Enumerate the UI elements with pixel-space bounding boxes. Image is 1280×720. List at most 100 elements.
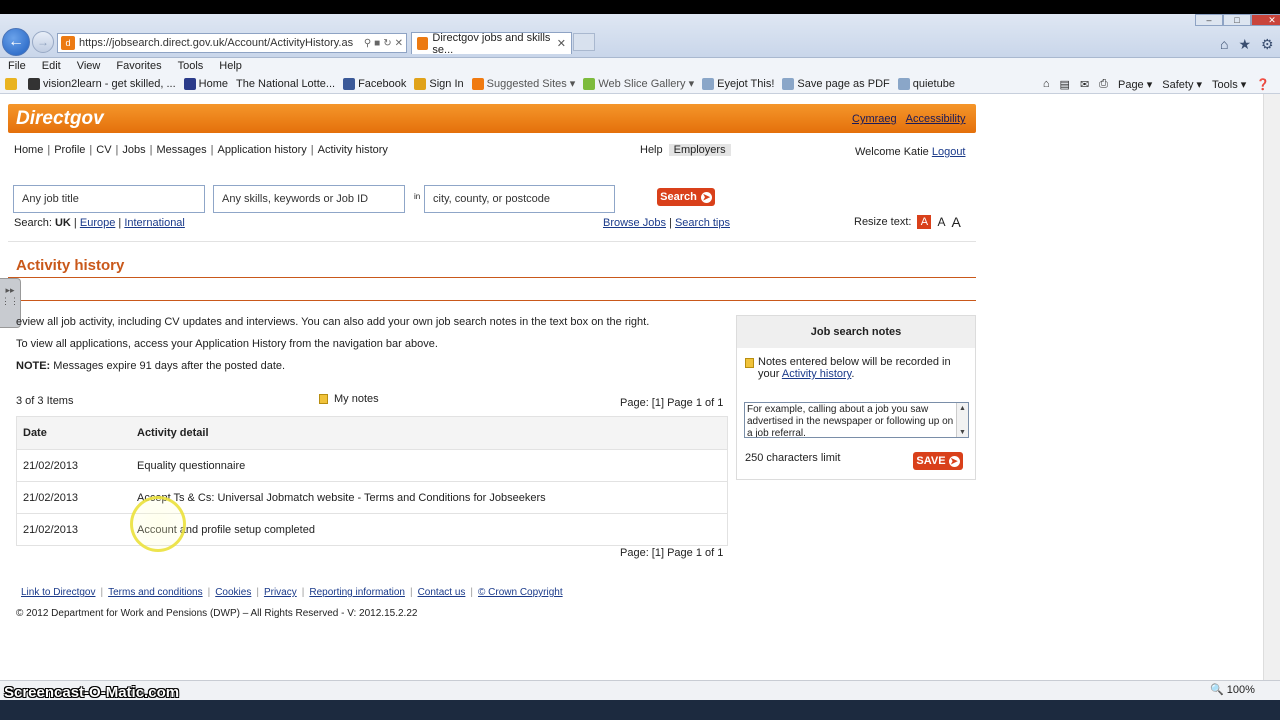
location-input[interactable]: city, county, or postcode [424, 185, 615, 213]
fav-save-pdf[interactable]: Save page as PDF [782, 77, 890, 90]
help-employers: Help Employers [640, 144, 731, 156]
footer-link-privacy[interactable]: Privacy [264, 587, 297, 598]
tools-menu[interactable]: Tools ▾ [1212, 78, 1246, 91]
footer-link-reporting[interactable]: Reporting information [309, 587, 405, 598]
refresh-icon[interactable]: ↻ [383, 38, 391, 49]
address-bar[interactable]: d https://jobsearch.direct.gov.uk/Accoun… [57, 33, 407, 53]
fav-web-slice-gallery[interactable]: Web Slice Gallery ▾ [583, 77, 694, 90]
footer-link-cookies[interactable]: Cookies [215, 587, 251, 598]
text-size-large[interactable]: A [951, 214, 960, 230]
footer-link-directgov[interactable]: Link to Directgov [21, 587, 95, 598]
menu-file[interactable]: File [0, 58, 34, 74]
maximize-button[interactable]: □ [1223, 14, 1251, 26]
tab-close-icon[interactable]: ✕ [557, 37, 566, 50]
pager-top[interactable]: Page: [1] Page 1 of 1 [620, 397, 723, 409]
my-notes-link[interactable]: My notes [319, 393, 379, 405]
text-size-small[interactable]: A [917, 215, 932, 229]
fav-vision2learn[interactable]: vision2learn - get skilled, ... [28, 77, 176, 90]
divider [8, 300, 976, 301]
new-tab-button[interactable] [573, 33, 595, 51]
textarea-scrollbar[interactable]: ▲ ▼ [956, 403, 968, 437]
browser-right-icons: ⌂ ★ ⚙ [1220, 36, 1274, 53]
view-all-text: To view all applications, access your Ap… [16, 338, 438, 350]
menu-favorites[interactable]: Favorites [108, 58, 169, 74]
keywords-input[interactable]: Any skills, keywords or Job ID [213, 185, 405, 213]
activity-history-link[interactable]: Activity history [782, 368, 851, 380]
in-label: in [414, 192, 421, 201]
safety-menu[interactable]: Safety ▾ [1162, 78, 1202, 91]
fav-home[interactable]: Home [183, 77, 228, 90]
directgov-logo[interactable]: Directgov [16, 108, 104, 130]
job-title-input[interactable]: Any job title [13, 185, 205, 213]
home-icon[interactable]: ⌂ [1220, 36, 1228, 53]
search-tips-link[interactable]: Search tips [675, 217, 730, 229]
tab-favicon-icon [417, 37, 429, 50]
scope-uk[interactable]: UK [55, 217, 71, 229]
mail-icon[interactable]: ✉ [1080, 78, 1089, 91]
fav-quietube[interactable]: quietube [897, 77, 955, 90]
back-button[interactable]: ← [2, 28, 30, 56]
forward-button[interactable]: → [32, 31, 54, 53]
row-date: 21/02/2013 [23, 523, 79, 536]
nav-home[interactable]: Home [14, 144, 43, 156]
page-menu[interactable]: Page ▾ [1118, 78, 1152, 91]
browse-jobs-link[interactable]: Browse Jobs [603, 217, 666, 229]
notes-textarea[interactable]: For example, calling about a job you saw… [744, 402, 969, 438]
screen-top-bar [0, 0, 1280, 14]
footer-link-copyright[interactable]: © Crown Copyright [478, 587, 563, 598]
search-button[interactable]: Search ➤ [657, 188, 715, 206]
nav-jobs[interactable]: Jobs [122, 144, 145, 156]
menu-view[interactable]: View [69, 58, 109, 74]
menu-help[interactable]: Help [211, 58, 250, 74]
scope-international[interactable]: International [124, 217, 185, 229]
note-icon [319, 394, 328, 404]
notes-info: Notes entered below will be recorded in … [745, 356, 970, 380]
browser-tab[interactable]: Directgov jobs and skills se... ✕ [411, 32, 572, 56]
fav-sign-in[interactable]: Sign In [414, 77, 464, 90]
close-window-button[interactable]: ✕ [1251, 14, 1280, 26]
save-button[interactable]: SAVE ➤ [913, 452, 963, 470]
nav-activity-history[interactable]: Activity history [318, 144, 388, 156]
accessibility-link[interactable]: Accessibility [906, 113, 966, 125]
employers-link[interactable]: Employers [668, 144, 731, 156]
notes-title: Job search notes [737, 316, 975, 348]
zoom-level[interactable]: 🔍 100% [1210, 683, 1255, 696]
pager-bottom[interactable]: Page: [1] Page 1 of 1 [620, 547, 723, 559]
fav-national-lottery[interactable]: The National Lotte... [236, 78, 335, 90]
footer-link-terms[interactable]: Terms and conditions [108, 587, 203, 598]
character-limit: 250 characters limit [745, 452, 841, 464]
cymraeg-link[interactable]: Cymraeg [852, 113, 897, 125]
vertical-scrollbar[interactable] [1263, 94, 1280, 680]
stop-icon[interactable]: ✕ [395, 38, 403, 49]
table-row: 21/02/2013 Equality questionnaire [17, 449, 727, 481]
menu-edit[interactable]: Edit [34, 58, 69, 74]
help-icon[interactable]: ❓ [1256, 78, 1270, 91]
language-links: Cymraeg Accessibility [852, 113, 966, 125]
help-link[interactable]: Help [640, 144, 663, 156]
menu-tools[interactable]: Tools [170, 58, 212, 74]
minimize-button[interactable]: – [1195, 14, 1223, 26]
print-icon[interactable]: ⎙ [1099, 78, 1108, 91]
nav-profile[interactable]: Profile [54, 144, 85, 156]
feeds-icon[interactable]: ▤ [1060, 78, 1070, 91]
nav-cv[interactable]: CV [96, 144, 111, 156]
nav-messages[interactable]: Messages [157, 144, 207, 156]
logout-link[interactable]: Logout [932, 146, 966, 158]
header-activity[interactable]: Activity detail [137, 427, 727, 439]
nav-application-history[interactable]: Application history [218, 144, 307, 156]
nav-separator: | [89, 144, 93, 156]
text-size-medium[interactable]: A [937, 215, 945, 229]
fav-suggested-sites[interactable]: Suggested Sites ▾ [471, 77, 575, 90]
fav-facebook[interactable]: Facebook [343, 77, 406, 90]
address-url[interactable]: https://jobsearch.direct.gov.uk/Account/… [79, 37, 364, 49]
home-cmd-icon[interactable]: ⌂ [1043, 78, 1050, 90]
fav-eyejot[interactable]: Eyejot This! [702, 77, 774, 90]
header-date[interactable]: Date [17, 427, 137, 439]
address-search-icon[interactable]: ⚲ [364, 38, 371, 49]
favorites-star-icon[interactable]: ★ [1238, 36, 1251, 53]
address-lock-icon[interactable]: ■ [374, 38, 380, 49]
footer-link-contact[interactable]: Contact us [418, 587, 466, 598]
favorites-star-add-icon[interactable] [5, 77, 20, 90]
scope-europe[interactable]: Europe [80, 217, 115, 229]
gear-icon[interactable]: ⚙ [1261, 36, 1274, 53]
